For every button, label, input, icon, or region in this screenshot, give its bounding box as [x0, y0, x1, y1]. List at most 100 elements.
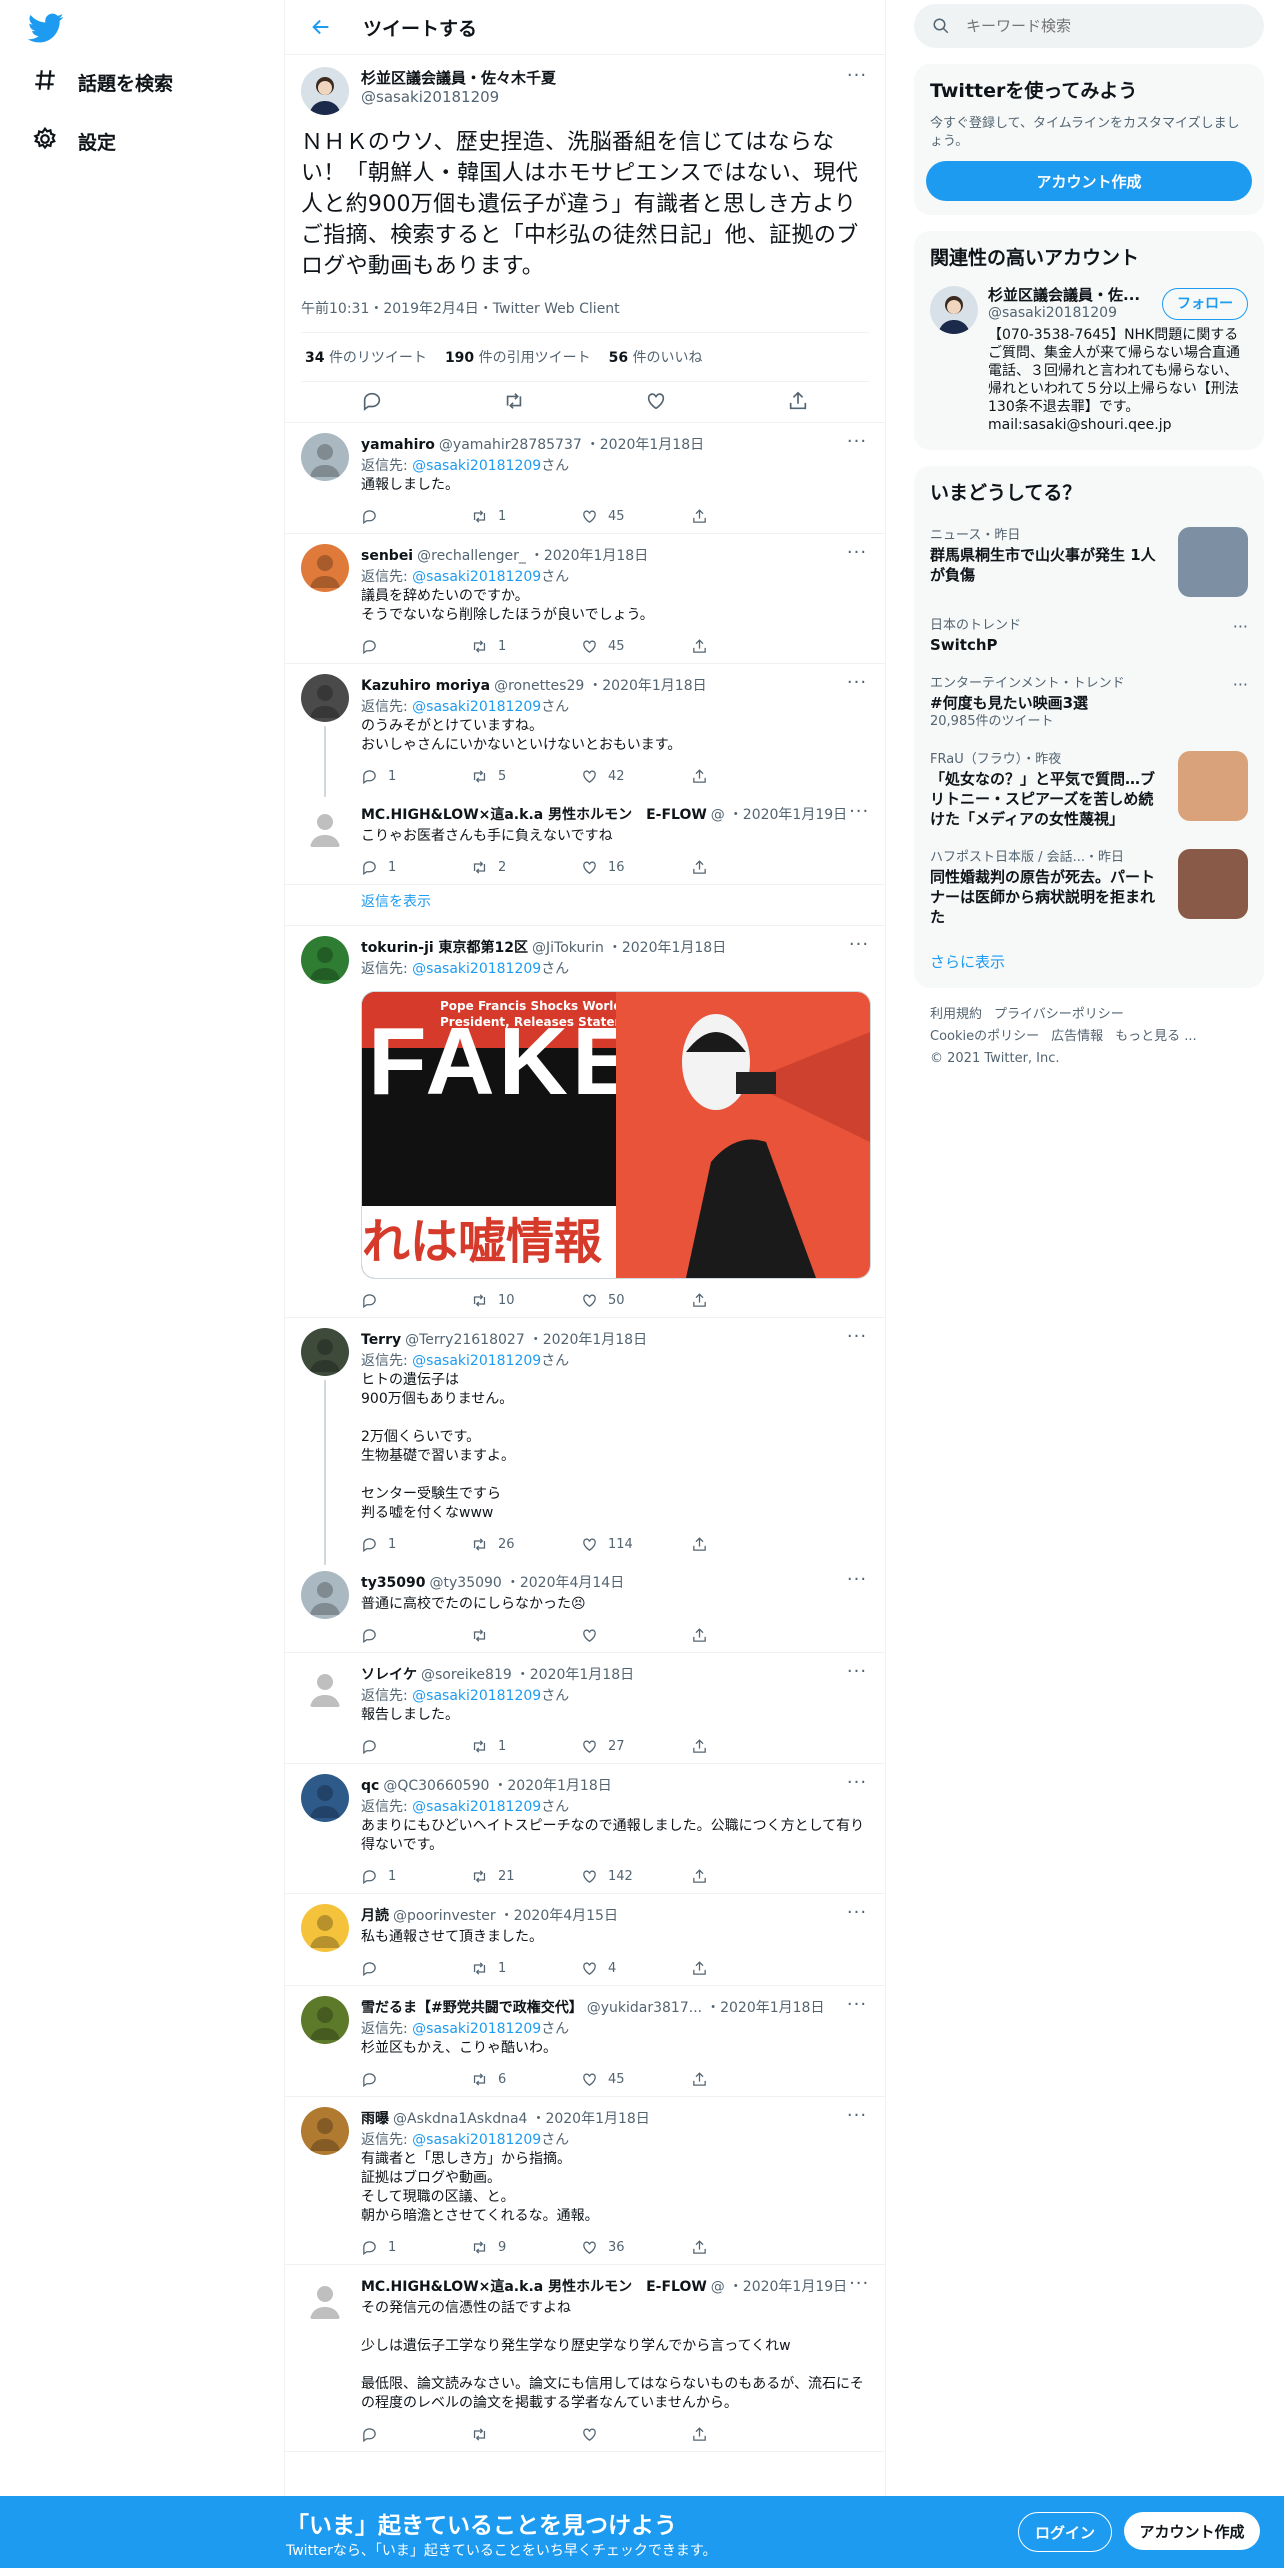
reply-timestamp[interactable]: ・2020年1月18日 — [516, 1666, 634, 1685]
like-button[interactable]: 45 — [581, 2070, 691, 2089]
reply-author-name[interactable]: MC.HIGH&LOW×這a.k.a 男性ホルモン E-FLOW — [361, 806, 707, 825]
reply-author-handle[interactable]: @soreike819 — [421, 1666, 512, 1685]
more-icon[interactable]: ··· — [1233, 675, 1248, 694]
back-arrow-icon[interactable] — [299, 5, 343, 49]
share-button[interactable] — [691, 859, 801, 876]
reply-timestamp[interactable]: ・2020年1月18日 — [586, 436, 704, 455]
reply-button[interactable]: 1 — [361, 1867, 471, 1886]
reply-tweet[interactable]: ソレイケ @soreike819 ・2020年1月18日 ··· 返信先: @sasak… — [285, 1653, 885, 1764]
footer-link[interactable]: 広告情報 — [1051, 1029, 1103, 1044]
more-icon[interactable]: ··· — [845, 544, 869, 568]
trend-item[interactable]: ニュース・昨日 群馬県桐生市で山火事が発生 1人が負傷 — [914, 517, 1264, 607]
avatar[interactable] — [301, 936, 349, 984]
reply-tweet[interactable]: 雨曝 @Askdna1Askdna4 ・2020年1月18日 ··· 返信先: @sas… — [285, 2097, 885, 2265]
more-icon[interactable]: ··· — [847, 936, 871, 960]
reply-author-name[interactable]: yamahiro — [361, 436, 435, 455]
reply-author-handle[interactable]: @Terry21618027 — [405, 1331, 525, 1350]
share-button[interactable] — [691, 2239, 801, 2256]
more-icon[interactable]: ··· — [845, 1996, 869, 2020]
reply-author-handle[interactable]: @rechallenger_ — [417, 547, 526, 566]
share-button[interactable] — [691, 1738, 801, 1755]
reply-timestamp[interactable]: ・2020年1月18日 — [493, 1777, 611, 1796]
like-button[interactable]: 45 — [581, 637, 691, 656]
quote-count[interactable]: 190 件の引用ツイート — [445, 347, 591, 367]
avatar[interactable] — [301, 2275, 349, 2323]
author-name[interactable]: 杉並区議会議員・佐々木千夏 — [361, 67, 845, 88]
avatar[interactable] — [301, 1996, 349, 2044]
avatar[interactable] — [930, 286, 978, 334]
nav-settings[interactable]: 設定 — [32, 121, 116, 161]
reply-tweet[interactable]: tokurin-ji 東京都第12区 @JiTokurin ・2020年1月18日 ·… — [285, 926, 885, 1318]
like-button[interactable]: 42 — [581, 767, 691, 786]
show-more-link[interactable]: さらに表示 — [914, 937, 1264, 988]
reply-timestamp[interactable]: ・2020年1月18日 — [706, 1999, 824, 2018]
footer-link[interactable]: Cookieのポリシー — [930, 1029, 1039, 1044]
show-thread-link[interactable]: 返信を表示 — [285, 885, 885, 926]
footer-link[interactable]: プライバシーポリシー — [994, 1007, 1124, 1022]
reply-author-name[interactable]: Kazuhiro moriya — [361, 677, 490, 696]
more-icon[interactable]: ··· — [845, 1571, 869, 1595]
twitter-bird-icon[interactable] — [27, 10, 68, 50]
reply-to-handle[interactable]: @sasaki20181209 — [412, 458, 541, 474]
like-button[interactable]: 4 — [581, 1959, 691, 1978]
reply-author-handle[interactable]: @JiTokurin — [532, 939, 604, 958]
retweet-button[interactable] — [471, 1627, 581, 1644]
create-account-button[interactable]: アカウント作成 — [926, 161, 1252, 201]
reply-author-handle[interactable]: @Askdna1Askdna4 — [393, 2110, 527, 2129]
retweet-button[interactable]: 5 — [471, 767, 581, 786]
reply-to-handle[interactable]: @sasaki20181209 — [412, 1799, 541, 1815]
reply-to-handle[interactable]: @sasaki20181209 — [412, 1353, 541, 1369]
share-button[interactable] — [691, 1960, 801, 1977]
more-icon[interactable]: ··· — [845, 674, 869, 698]
retweet-button[interactable] — [471, 2426, 581, 2443]
reply-author-name[interactable]: tokurin-ji 東京都第12区 — [361, 939, 528, 958]
like-button[interactable]: 45 — [581, 507, 691, 526]
reply-author-name[interactable]: ソレイケ — [361, 1666, 417, 1685]
reply-tweet[interactable]: ty35090 @ty35090 ・2020年4月14日 ··· 普通に高校でたのにしら… — [285, 1561, 885, 1653]
avatar[interactable] — [301, 1774, 349, 1822]
more-icon[interactable]: ··· — [845, 2107, 869, 2131]
more-icon[interactable]: ··· — [845, 1774, 869, 1798]
more-icon[interactable]: ··· — [845, 67, 869, 91]
reply-timestamp[interactable]: ・2020年1月18日 — [531, 2110, 649, 2129]
reply-tweet[interactable]: yamahiro @yamahir28785737 ・2020年1月18日 ··· 返信… — [285, 423, 885, 534]
related-account-name[interactable]: 杉並区議会議員・佐... — [988, 286, 1162, 304]
reply-button[interactable]: 1 — [361, 2238, 471, 2257]
retweet-button[interactable]: 1 — [471, 1959, 581, 1978]
like-button[interactable]: 16 — [581, 858, 691, 877]
share-button[interactable] — [691, 2426, 801, 2443]
retweet-count[interactable]: 34 件のリツイート — [305, 347, 427, 367]
avatar[interactable] — [301, 1904, 349, 1952]
avatar[interactable] — [301, 2107, 349, 2155]
more-icon[interactable]: ··· — [847, 803, 871, 827]
reply-to-handle[interactable]: @sasaki20181209 — [412, 569, 541, 585]
author-handle[interactable]: @sasaki20181209 — [361, 88, 845, 106]
reply-author-handle[interactable]: @ — [711, 2278, 725, 2297]
like-button[interactable]: 50 — [581, 1291, 691, 1310]
more-icon[interactable]: ··· — [1233, 617, 1248, 636]
tweet-timestamp[interactable]: 午前10:31・2019年2月4日・Twitter Web Client — [301, 298, 869, 318]
reply-timestamp[interactable]: ・2020年1月19日 — [729, 806, 847, 825]
retweet-icon[interactable] — [503, 390, 525, 412]
signup-button[interactable]: アカウント作成 — [1124, 2512, 1260, 2550]
search-bar[interactable] — [914, 4, 1264, 48]
retweet-button[interactable]: 6 — [471, 2070, 581, 2089]
reply-author-handle[interactable]: @poorinvester — [393, 1907, 496, 1926]
retweet-button[interactable]: 1 — [471, 507, 581, 526]
like-button[interactable]: 114 — [581, 1535, 691, 1554]
avatar[interactable] — [301, 67, 349, 115]
retweet-button[interactable]: 1 — [471, 1737, 581, 1756]
avatar[interactable] — [301, 674, 349, 722]
trend-item[interactable]: エンターテインメント・トレンド #何度も見たい映画3選 20,985件のツイート ··… — [914, 665, 1264, 741]
reply-author-handle[interactable]: @QC30660590 — [383, 1777, 489, 1796]
retweet-button[interactable]: 9 — [471, 2238, 581, 2257]
reply-tweet[interactable]: MC.HIGH&LOW×這a.k.a 男性ホルモン E-FLOW @ ・2020年1… — [285, 2265, 885, 2452]
like-button[interactable]: 27 — [581, 1737, 691, 1756]
share-button[interactable] — [691, 2071, 801, 2088]
reply-timestamp[interactable]: ・2020年1月18日 — [588, 677, 706, 696]
like-button[interactable] — [581, 2426, 691, 2443]
reply-tweet[interactable]: MC.HIGH&LOW×這a.k.a 男性ホルモン E-FLOW @ ・2020年1… — [285, 793, 885, 885]
reply-timestamp[interactable]: ・2020年1月18日 — [529, 1331, 647, 1350]
reply-timestamp[interactable]: ・2020年1月19日 — [729, 2278, 847, 2297]
related-account-handle[interactable]: @sasaki20181209 — [988, 304, 1162, 322]
